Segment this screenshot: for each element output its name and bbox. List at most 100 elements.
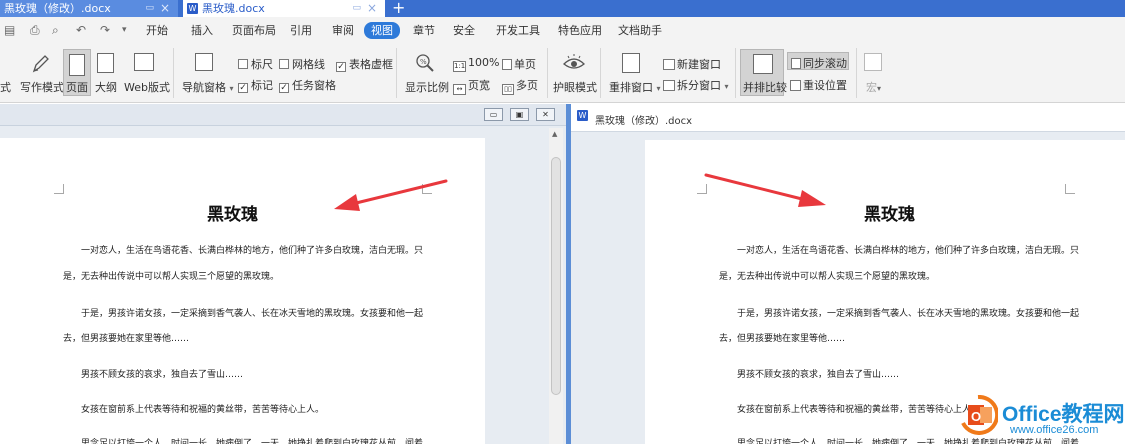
margin-corner-mark [1065, 184, 1075, 194]
menu-chapter[interactable]: 章节 [413, 23, 435, 39]
paragraph-line: 男孩不顾女孩的哀求，独自去了雪山…… [737, 370, 900, 380]
sync-scroll-button[interactable]: 同步滚动 [787, 52, 849, 70]
right-window-titlebar: W 黑玫瑰（修改）.docx [571, 104, 1125, 132]
menu-security[interactable]: 安全 [453, 23, 475, 39]
new-window-button[interactable]: 新建窗口 [663, 56, 721, 72]
menu-view[interactable]: 视图 [364, 22, 400, 39]
undo-icon[interactable]: ↶ [76, 23, 86, 37]
tab-close-icon[interactable]: × [367, 0, 377, 17]
svg-text:%: % [420, 58, 427, 66]
office-logo-icon: O [961, 395, 998, 435]
arrange-windows-label: 重排窗口 ▾ [609, 81, 661, 94]
tab-label: 黑玫瑰.docx [202, 2, 265, 15]
multi-page-button[interactable]: ▯▯ 多页 [502, 77, 538, 95]
side-by-side-compare-button[interactable]: 并排比较 [740, 49, 787, 96]
menu-document-assistant[interactable]: 文档助手 [618, 23, 662, 39]
wps-writer-window: 黑玫瑰（修改）.docx ▭ × W 黑玫瑰.docx ▭ × + ▤ ⎙ ⌕ ↶… [0, 0, 1125, 444]
ribbon-separator [547, 48, 548, 98]
multi-page-icon: ▯▯ [502, 84, 514, 95]
full-screen-mode-label[interactable]: 式 [0, 79, 11, 95]
tab-document-original[interactable]: W 黑玫瑰.docx ▭ × [183, 0, 385, 17]
paragraph-line: 思念足以打垮一个人，时间一长，她病倒了。一天，她挣扎着爬到白玫瑰花丛前，闻着 [81, 439, 424, 444]
document-title: 黑玫瑰 [864, 205, 915, 225]
single-page-button[interactable]: 单页 [502, 56, 536, 72]
paragraph-line: 一对恋人，生活在鸟语花香、长满白桦林的地方，他们种了许多白玫瑰，洁白无瑕。只 [737, 246, 1080, 256]
margin-corner-mark [54, 184, 64, 194]
close-button[interactable]: ✕ [536, 108, 555, 121]
svg-text:O: O [971, 409, 981, 424]
markup-checkbox[interactable]: ✓ 标记 [238, 77, 273, 93]
side-by-side-icon [753, 54, 773, 74]
left-document-page[interactable]: 黑玫瑰 一对恋人，生活在鸟语花香、长满白桦林的地方，他们种了许多白玫瑰，洁白无瑕… [0, 138, 485, 444]
table-gridlines-checkbox[interactable]: ✓ 表格虚框 [336, 56, 393, 72]
menu-insert[interactable]: 插入 [191, 23, 213, 39]
paragraph-line: 一对恋人，生活在鸟语花香、长满白桦林的地方，他们种了许多白玫瑰，洁白无瑕。只 [81, 246, 424, 256]
redo-icon[interactable]: ↷ [100, 23, 110, 37]
checkbox-unchecked-icon [238, 59, 248, 69]
restore-button[interactable]: ▣ [510, 108, 529, 121]
scroll-up-icon[interactable]: ▲ [552, 130, 557, 138]
menu-references[interactable]: 引用 [290, 23, 312, 39]
print-preview-icon[interactable]: ⌕ [52, 23, 59, 38]
paragraph-line: 是，无去种出传说中可以帮人实现三个愿望的黑玫瑰。 [63, 272, 280, 282]
page-view-button[interactable]: 页面 [63, 49, 91, 96]
vertical-scrollbar[interactable]: ▲ [549, 128, 563, 444]
web-layout-label: Web版式 [124, 81, 170, 94]
view-ribbon: 式 写作模式 页面 大纲 Web版式 导航窗格 ▾ 标尺 网格线 ✓ 表格虚框 ✓… [0, 44, 1125, 103]
tab-pin-icon[interactable]: ▭ [352, 0, 361, 17]
paragraph-line: 是，无去种出传说中可以帮人实现三个愿望的黑玫瑰。 [719, 272, 936, 282]
watermark-url: www.office26.com [1010, 424, 1099, 436]
paragraph-line: 去，但男孩要她在家里等他…… [63, 334, 190, 344]
menu-page-layout[interactable]: 页面布局 [232, 23, 276, 39]
page-view-label: 页面 [66, 81, 88, 94]
quick-access-dropdown-icon[interactable]: ▾ [122, 25, 127, 35]
page-width-button[interactable]: ↔ 页宽 [453, 77, 490, 95]
right-window-title: 黑玫瑰（修改）.docx [595, 116, 693, 127]
paragraph-line: 于是，男孩许诺女孩，一定采摘到香气袭人、长在冰天雪地的黑玫瑰。女孩要和他一起 [81, 309, 424, 319]
sync-scroll-icon [791, 58, 801, 69]
document-tab-bar: 黑玫瑰（修改）.docx ▭ × W 黑玫瑰.docx ▭ × + [0, 0, 1125, 17]
scrollbar-thumb[interactable] [551, 157, 561, 395]
gridlines-checkbox[interactable]: 网格线 [279, 56, 325, 72]
zoom-100-button[interactable]: 1:1 100% [453, 56, 499, 72]
menu-home[interactable]: 开始 [146, 23, 168, 39]
task-pane-checkbox[interactable]: ✓ 任务窗格 [279, 77, 336, 93]
page-width-icon: ↔ [453, 84, 466, 95]
paragraph-line: 女孩在窗前系上代表等待和祝福的黄丝带，苦苦等待心上人。 [737, 405, 981, 415]
paragraph-line: 思念足以打垮一个人，时间一长，她病倒了。一天，她挣扎着爬到白玫瑰花丛前，闻着 [737, 439, 1080, 444]
new-tab-button[interactable]: + [392, 0, 405, 17]
split-window-button[interactable]: 拆分窗口 ▾ [663, 77, 729, 93]
minimize-button[interactable]: ▭ [484, 108, 503, 121]
right-document-pane: W 黑玫瑰（修改）.docx 黑玫瑰 一对恋人，生活在鸟语花香、长满白桦林的地方… [571, 104, 1125, 444]
split-window-icon [663, 80, 675, 91]
print-icon[interactable]: ⎙ [30, 23, 40, 38]
left-window-titlebar: ▭ ▣ ✕ [0, 104, 566, 126]
outline-view-label: 大纲 [95, 81, 117, 94]
outline-icon [97, 53, 114, 73]
margin-corner-mark [697, 184, 707, 194]
one-to-one-icon: 1:1 [453, 61, 466, 72]
menu-bar: ▤ ⎙ ⌕ ↶ ↷ ▾ 开始 插入 页面布局 引用 审阅 视图 章节 安全 开发… [0, 17, 1125, 44]
ribbon-separator [856, 48, 857, 98]
pen-icon [30, 53, 50, 75]
single-page-icon [502, 59, 512, 70]
page-icon [69, 54, 85, 76]
document-title: 黑玫瑰 [207, 205, 258, 225]
save-icon[interactable]: ▤ [4, 23, 15, 37]
tab-document-modified[interactable]: 黑玫瑰（修改）.docx ▭ × [0, 0, 178, 17]
menu-featured-apps[interactable]: 特色应用 [558, 23, 602, 39]
left-document-pane: ▭ ▣ ✕ ▤▾ 黑玫瑰 一对恋人，生活在鸟语花香、长满白桦林的地方，他们种了许… [0, 104, 566, 444]
checkbox-checked-icon: ✓ [336, 62, 346, 72]
menu-review[interactable]: 审阅 [332, 23, 354, 39]
paragraph-line: 于是，男孩许诺女孩，一定采摘到香气袭人、长在冰天雪地的黑玫瑰。女孩要和他一起 [737, 309, 1080, 319]
menu-developer-tools[interactable]: 开发工具 [496, 23, 540, 39]
tab-pin-icon[interactable]: ▭ [145, 0, 154, 17]
paragraph-line: 男孩不顾女孩的哀求，独自去了雪山…… [81, 370, 244, 380]
write-mode-label: 写作模式 [20, 81, 64, 94]
arrange-windows-icon [622, 53, 640, 73]
margin-corner-mark [422, 184, 432, 194]
tab-close-icon[interactable]: × [160, 0, 170, 17]
macro-label: 宏▾ [866, 81, 882, 94]
ruler-checkbox[interactable]: 标尺 [238, 56, 273, 72]
reset-position-button[interactable]: 重设位置 [790, 77, 847, 93]
